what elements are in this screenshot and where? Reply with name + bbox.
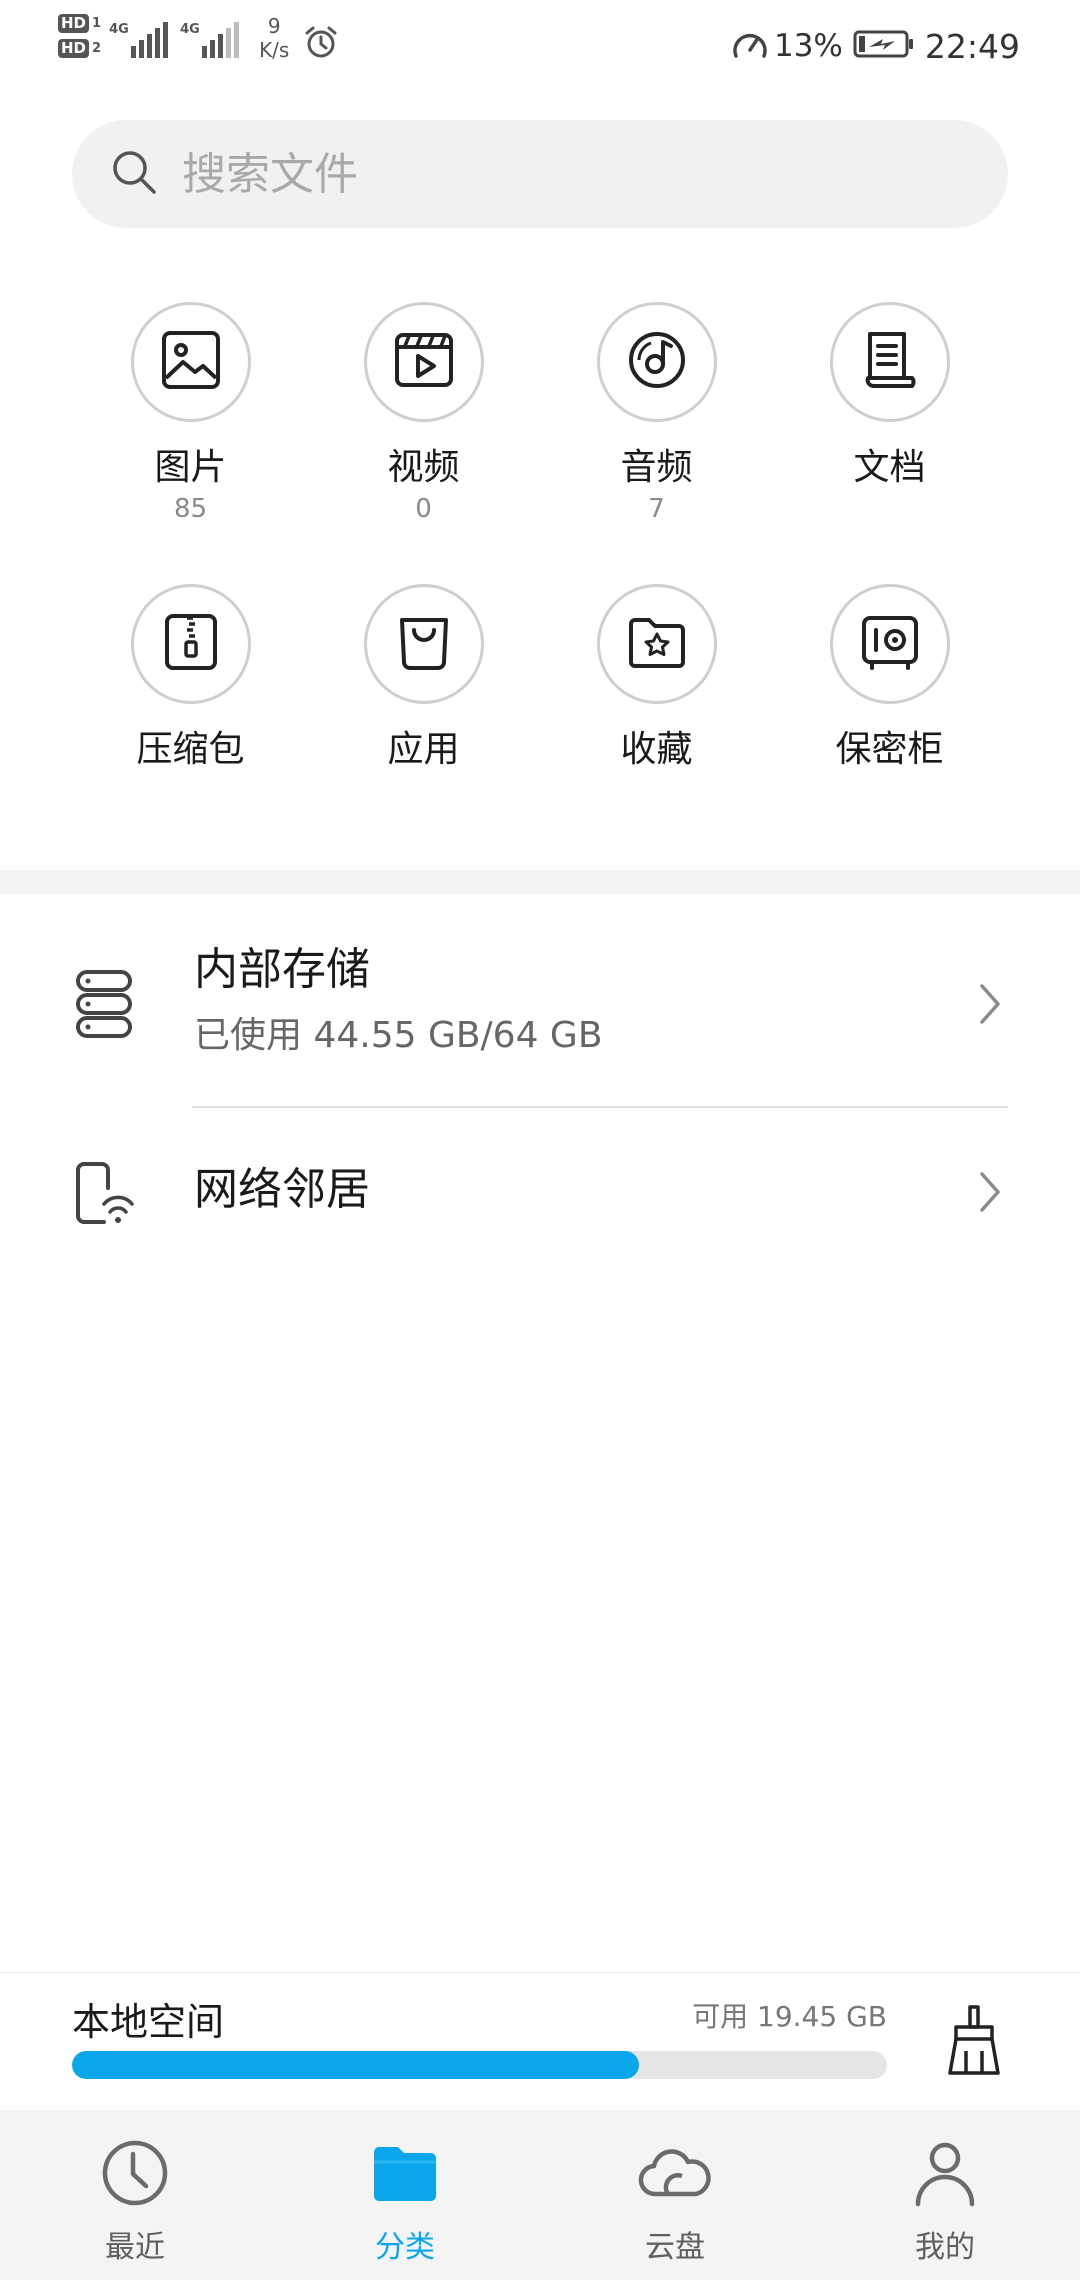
network-neighborhood-row[interactable]: 网络邻居 <box>0 1112 1080 1272</box>
video-icon <box>392 328 456 396</box>
category-videos-button[interactable] <box>363 302 484 422</box>
safe-icon <box>858 610 922 678</box>
folder-icon <box>370 2138 440 2212</box>
category-favorites-button[interactable] <box>596 584 717 704</box>
status-bar: HD 1 HD 2 4G 4G 9 K/s 13% 22:49 <box>0 0 1080 96</box>
category-apps-label: 应用 <box>387 729 460 770</box>
category-archives-label: 压缩包 <box>136 729 245 770</box>
local-space-progress-fill <box>72 2051 640 2079</box>
category-audio-button[interactable] <box>596 302 717 422</box>
cloud-icon <box>638 2138 712 2212</box>
network-speed-value: 9 <box>267 14 281 38</box>
status-left: HD 1 HD 2 4G 4G 9 K/s <box>58 14 339 84</box>
signal-1-net-label: 4G <box>109 22 129 37</box>
category-audio-label: 音频 <box>620 447 693 488</box>
sim1-indicator: HD 1 <box>58 14 101 33</box>
shopping-bag-icon <box>392 610 456 678</box>
tab-cloud-label: 云盘 <box>645 2230 705 2265</box>
category-images-count: 85 <box>173 494 208 524</box>
signal-2-net-label: 4G <box>180 22 200 37</box>
signal-2: 4G <box>180 14 240 58</box>
local-space-progress <box>72 2051 887 2079</box>
star-folder-icon <box>625 610 689 678</box>
status-right: 13% 22:49 <box>730 20 1020 72</box>
internal-storage-usage: 已使用 44.55 GB/64 GB <box>194 1015 603 1056</box>
battery-charging-icon <box>853 29 915 63</box>
music-disc-icon <box>625 328 689 396</box>
image-icon <box>159 328 223 396</box>
internal-storage-title: 内部存储 <box>194 944 370 995</box>
bottom-nav: 最近 分类 云盘 我的 <box>0 2110 1080 2280</box>
sim2-number: 2 <box>92 41 102 56</box>
category-favorites-label: 收藏 <box>620 729 693 770</box>
search-icon <box>108 146 160 202</box>
internal-storage-row[interactable]: 内部存储 已使用 44.55 GB/64 GB <box>0 930 1080 1090</box>
battery-percent: 13% <box>773 28 843 64</box>
sim-indicators: HD 1 HD 2 <box>58 14 101 58</box>
category-favorites[interactable]: 收藏 <box>540 584 773 848</box>
chevron-right-icon <box>978 982 1002 1030</box>
category-grid: 图片 85 视频 0 音频 7 文档 压缩包 应用 收藏 保密柜 <box>74 302 1006 848</box>
person-icon <box>910 2138 980 2212</box>
sim2-indicator: HD 2 <box>58 39 101 58</box>
broom-clean-icon[interactable] <box>944 2003 1004 2081</box>
category-archives[interactable]: 压缩包 <box>74 584 307 848</box>
tab-recent[interactable]: 最近 <box>0 2110 270 2280</box>
tab-me[interactable]: 我的 <box>810 2110 1080 2280</box>
search-bar[interactable] <box>72 120 1008 228</box>
document-scroll-icon <box>858 328 922 396</box>
category-safe-button[interactable] <box>829 584 950 704</box>
sim1-hd-badge: HD <box>58 14 90 33</box>
category-images[interactable]: 图片 85 <box>74 302 307 566</box>
signal-1: 4G <box>109 14 169 58</box>
tab-cloud[interactable]: 云盘 <box>540 2110 810 2280</box>
list-divider <box>192 1106 1008 1108</box>
tab-categories[interactable]: 分类 <box>270 2110 540 2280</box>
section-divider <box>0 870 1080 894</box>
category-apps-button[interactable] <box>363 584 484 704</box>
category-documents[interactable]: 文档 <box>773 302 1006 566</box>
speedometer-icon <box>730 26 770 66</box>
tab-categories-label: 分类 <box>375 2230 435 2265</box>
category-safe[interactable]: 保密柜 <box>773 584 1006 848</box>
alarm-icon <box>303 24 339 64</box>
local-space-panel: 本地空间 可用 19.45 GB <box>0 1972 1080 2110</box>
category-documents-label: 文档 <box>853 447 926 488</box>
category-images-button[interactable] <box>130 302 251 422</box>
network-neighborhood-title: 网络邻居 <box>194 1164 370 1215</box>
network-neighborhood-texts: 网络邻居 <box>194 1162 370 1218</box>
signal-1-bars-icon <box>131 18 169 58</box>
local-space-label: 本地空间 <box>72 2000 225 2044</box>
sim1-number: 1 <box>92 16 102 31</box>
category-images-label: 图片 <box>154 447 227 488</box>
signal-2-bars-icon <box>202 18 240 58</box>
category-videos[interactable]: 视频 0 <box>307 302 540 566</box>
category-audio[interactable]: 音频 7 <box>540 302 773 566</box>
sim2-hd-badge: HD <box>58 39 90 58</box>
clock-time: 22:49 <box>924 26 1020 66</box>
local-space-available: 可用 19.45 GB <box>692 2000 887 2033</box>
chevron-right-icon <box>978 1170 1002 1218</box>
network-speed: 9 K/s <box>259 14 289 62</box>
category-videos-label: 视频 <box>387 447 460 488</box>
category-apps[interactable]: 应用 <box>307 584 540 848</box>
tab-me-label: 我的 <box>915 2230 975 2265</box>
tab-recent-label: 最近 <box>105 2230 165 2265</box>
category-archives-button[interactable] <box>130 584 251 704</box>
phone-wifi-icon <box>74 1162 136 1232</box>
storage-stack-icon <box>74 968 134 1044</box>
network-speed-unit: K/s <box>259 38 290 62</box>
category-audio-count: 7 <box>648 494 665 524</box>
category-videos-count: 0 <box>415 494 432 524</box>
category-safe-label: 保密柜 <box>835 729 944 770</box>
category-documents-button[interactable] <box>829 302 950 422</box>
clock-icon <box>100 2138 170 2212</box>
zip-icon <box>159 610 223 678</box>
internal-storage-texts: 内部存储 已使用 44.55 GB/64 GB <box>194 942 603 1060</box>
search-input[interactable] <box>182 148 942 200</box>
